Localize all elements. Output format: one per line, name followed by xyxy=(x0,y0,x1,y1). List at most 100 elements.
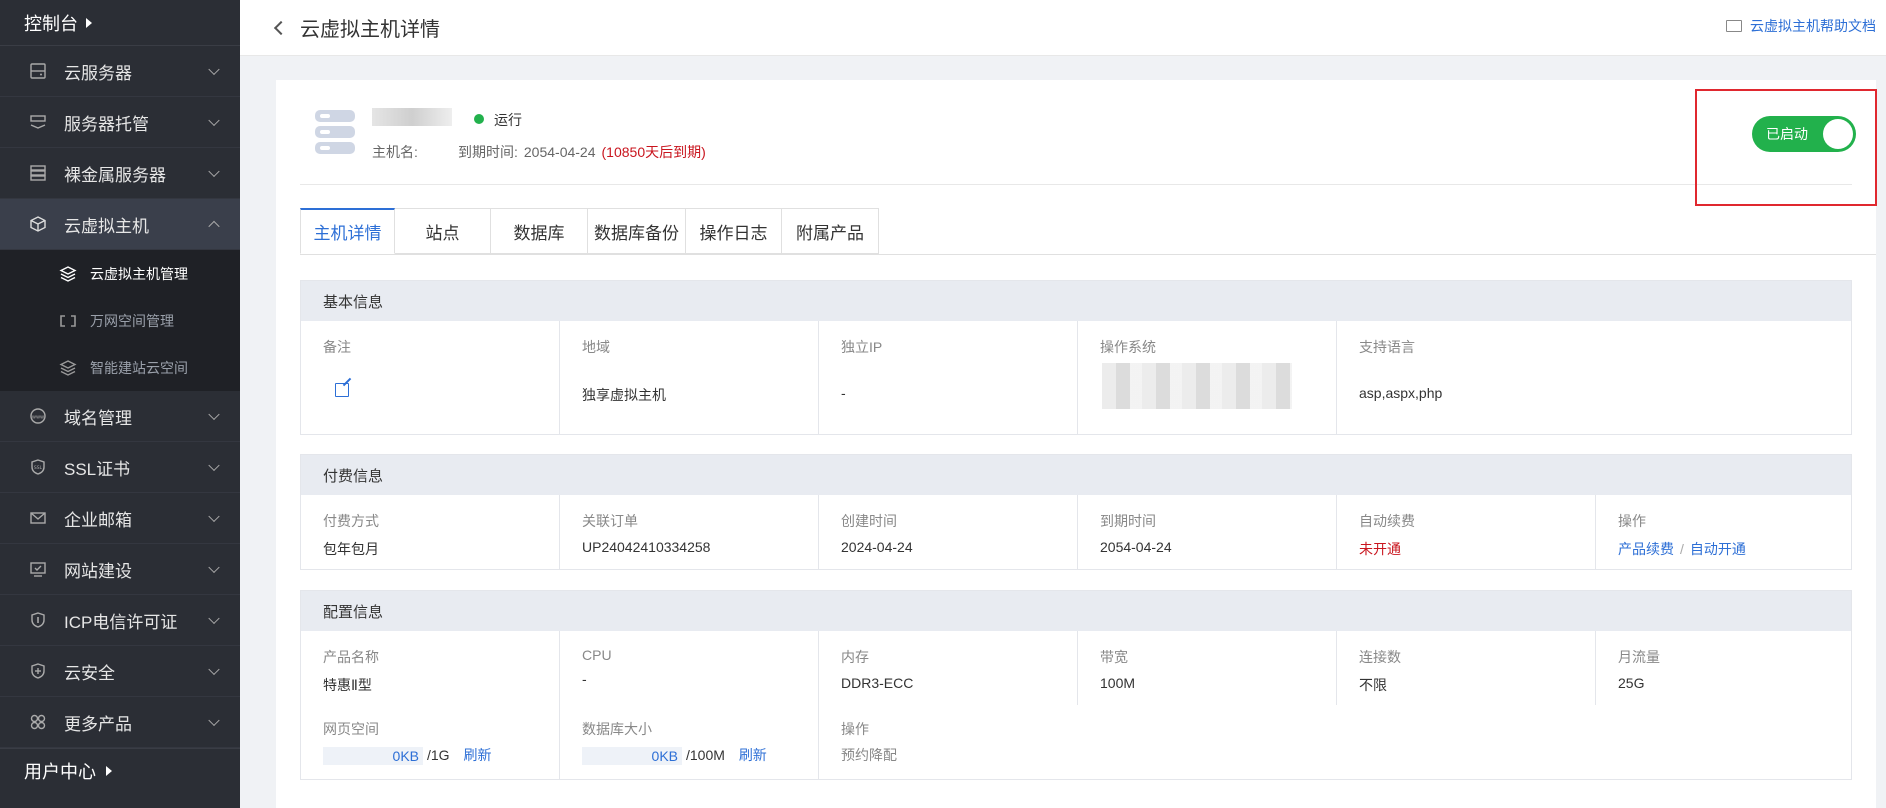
edit-icon[interactable] xyxy=(335,383,349,397)
auto-open-link[interactable]: 自动开通 xyxy=(1690,541,1746,557)
region-label: 地域 xyxy=(582,339,610,355)
db-size-total: /100M xyxy=(686,747,725,763)
bandwidth-label: 带宽 xyxy=(1100,649,1128,665)
cpu-cell: CPU - xyxy=(560,631,819,705)
mail-icon xyxy=(28,508,48,528)
product-name-label: 产品名称 xyxy=(323,649,379,665)
action-separator: / xyxy=(1680,541,1684,557)
db-size-refresh[interactable]: 刷新 xyxy=(739,747,767,763)
tab-label: 操作日志 xyxy=(699,223,768,243)
sidebar-item-domain[interactable]: www 域名管理 xyxy=(0,391,240,442)
sidebar-item-cloud-server[interactable]: 云服务器 xyxy=(0,46,240,97)
sidebar-subitem-label: 万网空间管理 xyxy=(90,312,174,329)
connections-value: 不限 xyxy=(1359,677,1387,693)
config-info-section: 配置信息 产品名称 特惠Ⅱ型 CPU - 内存 DDR3-ECC 带宽 100M… xyxy=(300,590,1852,780)
bandwidth-cell: 带宽 100M xyxy=(1078,631,1337,705)
chevron-down-icon xyxy=(208,612,220,625)
sidebar-item-label: 服务器托管 xyxy=(64,114,149,134)
created-value: 2024-04-24 xyxy=(841,539,913,555)
caret-right-icon xyxy=(86,17,92,28)
sidebar-item-website[interactable]: 网站建设 xyxy=(0,544,240,595)
shield-icon xyxy=(28,661,48,681)
sidebar-item-virtual-host[interactable]: 云虚拟主机 xyxy=(0,199,240,250)
ssl-icon: SSL xyxy=(28,457,48,477)
hosting-icon xyxy=(28,112,48,132)
page-header: 云虚拟主机详情 云虚拟主机帮助文档 xyxy=(240,0,1886,56)
sidebar-item-icp[interactable]: ICP电信许可证 xyxy=(0,595,240,646)
lang-cell: 支持语言 asp,aspx,php xyxy=(1337,321,1851,434)
tab-host-detail[interactable]: 主机详情 xyxy=(300,208,395,254)
config-actions-cell: 操作 预约降配 xyxy=(819,705,1851,779)
grid-icon xyxy=(28,712,48,732)
os-value-redacted xyxy=(1102,363,1292,409)
page-title: 云虚拟主机详情 xyxy=(300,19,440,41)
connections-label: 连接数 xyxy=(1359,649,1401,665)
sidebar-item-security[interactable]: 云安全 xyxy=(0,646,240,697)
back-arrow-icon[interactable] xyxy=(273,20,289,35)
sidebar-item-label: 更多产品 xyxy=(64,714,132,734)
sidebar-item-hosting[interactable]: 服务器托管 xyxy=(0,97,240,148)
pay-type-value: 包年包月 xyxy=(323,541,379,557)
db-size-bar: 0KB xyxy=(582,747,682,766)
bandwidth-value: 100M xyxy=(1100,675,1136,691)
web-space-bar: 0KB xyxy=(323,747,423,766)
web-space-used: 0KB xyxy=(392,748,419,765)
server-icon xyxy=(28,61,48,81)
order-label: 关联订单 xyxy=(582,513,638,529)
host-name-redacted xyxy=(372,108,452,126)
remark-cell: 备注 xyxy=(301,321,560,434)
web-space-refresh[interactable]: 刷新 xyxy=(463,747,491,763)
chevron-down-icon xyxy=(208,63,220,76)
sidebar: 控制台 云服务器 服务器托管 裸金属服务器 云虚拟主机 云虚拟主机管理 万网空间… xyxy=(0,0,240,808)
renew-link[interactable]: 产品续费 xyxy=(1618,541,1674,557)
expire-label: 到期时间 xyxy=(1100,513,1156,529)
traffic-value: 25G xyxy=(1618,675,1645,691)
tab-label: 数据库备份 xyxy=(594,223,679,243)
chevron-down-icon xyxy=(208,114,220,127)
chevron-down-icon xyxy=(208,408,220,421)
auto-renew-value: 未开通 xyxy=(1359,541,1401,557)
svg-text:SSL: SSL xyxy=(34,465,43,471)
db-size-cell: 数据库大小 0KB/100M 刷新 xyxy=(560,705,819,779)
tab-addons[interactable]: 附属产品 xyxy=(782,208,879,254)
tab-operation-log[interactable]: 操作日志 xyxy=(686,208,782,254)
downgrade-link[interactable]: 预约降配 xyxy=(841,745,1851,765)
expire-label: 到期时间: xyxy=(458,144,518,160)
os-cell: 操作系统 xyxy=(1078,321,1337,434)
bare-metal-icon xyxy=(28,163,48,183)
expire-value: 2054-04-24 xyxy=(1100,539,1172,555)
web-space-cell: 网页空间 0KB/1G 刷新 xyxy=(301,705,560,779)
sidebar-item-label: 域名管理 xyxy=(64,408,132,428)
layers-icon xyxy=(58,264,78,284)
sidebar-item-bare-metal[interactable]: 裸金属服务器 xyxy=(0,148,240,199)
ip-cell: 独立IP - xyxy=(819,321,1078,434)
user-center-link[interactable]: 用户中心 xyxy=(0,748,240,792)
sidebar-subitem-wanwang[interactable]: 万网空间管理 xyxy=(0,297,240,344)
tab-db-backup[interactable]: 数据库备份 xyxy=(588,208,686,254)
tab-sites[interactable]: 站点 xyxy=(395,208,491,254)
expire-date: 2054-04-24 xyxy=(523,144,596,160)
tab-database[interactable]: 数据库 xyxy=(491,208,588,254)
caret-right-icon xyxy=(106,765,112,776)
cpu-value: - xyxy=(582,671,587,687)
cpu-label: CPU xyxy=(582,647,612,663)
tab-label: 数据库 xyxy=(513,223,565,243)
sidebar-item-ssl[interactable]: SSL SSL证书 xyxy=(0,442,240,493)
sidebar-subitem-smart-site[interactable]: 智能建站云空间 xyxy=(0,344,240,391)
console-link[interactable]: 控制台 xyxy=(0,0,240,46)
sidebar-item-more[interactable]: 更多产品 xyxy=(0,697,240,748)
sidebar-item-label: 云虚拟主机 xyxy=(64,216,149,236)
help-doc-link[interactable]: 云虚拟主机帮助文档 xyxy=(1726,16,1876,36)
sidebar-subitem-vhost-manage[interactable]: 云虚拟主机管理 xyxy=(0,250,240,297)
section-title: 付费信息 xyxy=(301,455,1851,495)
website-icon xyxy=(28,559,48,579)
sidebar-item-mail[interactable]: 企业邮箱 xyxy=(0,493,240,544)
web-space-label: 网页空间 xyxy=(323,721,379,737)
highlight-box xyxy=(1695,89,1877,206)
ip-value: - xyxy=(841,385,846,401)
billing-info-section: 付费信息 付费方式 包年包月 关联订单 UP24042410334258 创建时… xyxy=(300,454,1852,570)
actions-label: 操作 xyxy=(1618,513,1646,529)
billing-actions-cell: 操作 产品续费 / 自动开通 xyxy=(1596,495,1851,569)
layers-icon xyxy=(58,358,78,378)
expire-cell: 到期时间 2054-04-24 xyxy=(1078,495,1337,569)
